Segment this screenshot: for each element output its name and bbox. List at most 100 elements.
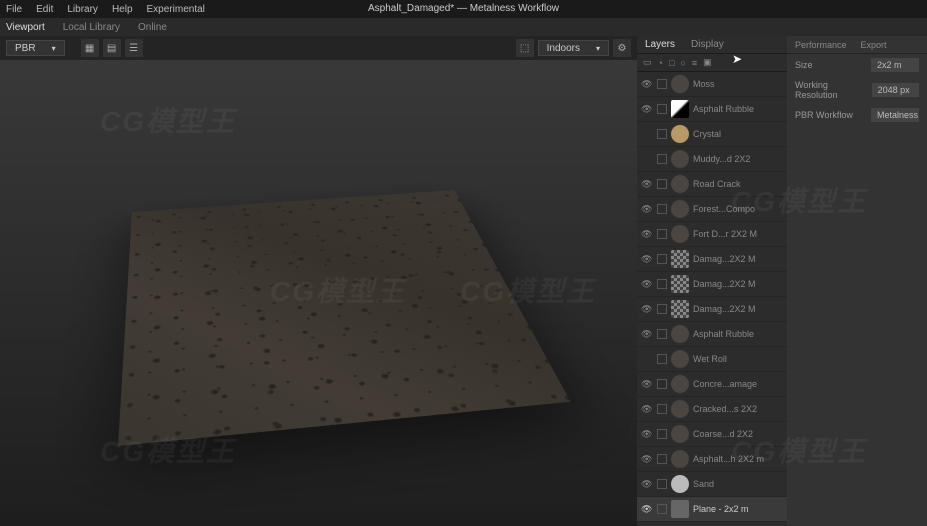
menu-file[interactable]: File — [6, 4, 22, 15]
visibility-icon[interactable]: 👁 — [641, 254, 653, 265]
layer-name: Sand — [693, 479, 783, 489]
layer-type-icon — [657, 379, 667, 389]
layer-type-icon — [657, 354, 667, 364]
layer-thumbnail — [671, 350, 689, 368]
visibility-icon[interactable]: 👁 — [641, 279, 653, 290]
visibility-icon[interactable]: 👁 — [641, 179, 653, 190]
layer-type-icon — [657, 304, 667, 314]
layer-row[interactable]: Muddy...d 2X2 — [637, 147, 787, 172]
tool-group-icon[interactable]: ▣ — [703, 57, 712, 68]
visibility-icon[interactable]: 👁 — [641, 229, 653, 240]
layer-thumbnail — [671, 125, 689, 143]
viewport-toolbar: PBR ▦ ▤ ☰ ⬚ Indoors ⚙ — [0, 36, 637, 60]
layer-name: Fort D...r 2X2 M — [693, 229, 783, 239]
tool-drop-icon[interactable]: ◔ — [658, 58, 663, 68]
view-iso-icon[interactable]: ▦ — [81, 39, 99, 57]
visibility-icon[interactable]: 👁 — [641, 504, 653, 515]
layer-name: Damag...2X2 M — [693, 254, 783, 264]
tab-performance[interactable]: Performance — [795, 40, 847, 50]
visibility-icon[interactable]: 👁 — [641, 454, 653, 465]
layer-row[interactable]: Wet Roll — [637, 347, 787, 372]
layer-row[interactable]: 👁 Plane - 2x2 m — [637, 497, 787, 522]
layer-name: Asphalt Rubble — [693, 329, 783, 339]
menu-edit[interactable]: Edit — [36, 4, 53, 15]
layer-row[interactable]: 👁 Concre...amage — [637, 372, 787, 397]
menu-help[interactable]: Help — [112, 4, 133, 15]
layer-type-icon — [657, 79, 667, 89]
menu-library[interactable]: Library — [67, 4, 98, 15]
layer-row[interactable]: 👁 Damag...2X2 M — [637, 297, 787, 322]
tool-circle-icon[interactable]: ○ — [680, 58, 685, 68]
layer-name: Road Crack — [693, 179, 783, 189]
layer-row[interactable]: 👁 Sand — [637, 472, 787, 497]
tab-online[interactable]: Online — [138, 22, 167, 33]
prop-workflow-label: PBR Workflow — [795, 110, 853, 120]
shading-dropdown[interactable]: PBR — [6, 40, 65, 56]
layer-type-icon — [657, 179, 667, 189]
layer-thumbnail — [671, 225, 689, 243]
viewport-panel: PBR ▦ ▤ ☰ ⬚ Indoors ⚙ — [0, 36, 637, 526]
visibility-icon[interactable]: 👁 — [641, 404, 653, 415]
layer-row[interactable]: 👁 Coarse...d 2X2 — [637, 422, 787, 447]
layer-thumbnail — [671, 175, 689, 193]
visibility-icon[interactable]: 👁 — [641, 104, 653, 115]
layer-type-icon — [657, 329, 667, 339]
visibility-icon[interactable]: 👁 — [641, 329, 653, 340]
layer-type-icon — [657, 279, 667, 289]
layer-row[interactable]: 👁Forest...Compo — [637, 197, 787, 222]
material-preview-plane — [118, 190, 571, 446]
visibility-icon[interactable]: 👁 — [641, 79, 653, 90]
view-list-icon[interactable]: ☰ — [125, 39, 143, 57]
layer-row[interactable]: 👁Moss — [637, 72, 787, 97]
view-grid-icon[interactable]: ▤ — [103, 39, 121, 57]
layer-row[interactable]: 👁 Asphalt...h 2X2 m — [637, 447, 787, 472]
menu-experimental[interactable]: Experimental — [147, 4, 205, 15]
layer-thumbnail — [671, 275, 689, 293]
tool-lines-icon[interactable]: ≡ — [692, 58, 697, 68]
visibility-icon[interactable]: 👁 — [641, 204, 653, 215]
tool-rect-icon[interactable]: ▭ — [643, 57, 652, 68]
layer-tools: ▭ ◔ □ ○ ≡ ▣ — [637, 54, 787, 72]
prop-resolution-value[interactable]: 2048 px — [872, 83, 919, 97]
layer-row[interactable]: 👁 Road Crack — [637, 172, 787, 197]
tab-local-library[interactable]: Local Library — [63, 22, 120, 33]
layer-row[interactable]: 👁Asphalt Rubble — [637, 97, 787, 122]
properties-panel: Performance Export Size 2x2 m Working Re… — [787, 36, 927, 526]
layer-type-icon — [657, 504, 667, 514]
layer-type-icon — [657, 429, 667, 439]
layer-thumbnail — [671, 475, 689, 493]
layer-row[interactable]: Crystal — [637, 122, 787, 147]
visibility-icon[interactable]: 👁 — [641, 479, 653, 490]
layer-name: Asphalt...h 2X2 m — [693, 454, 783, 464]
layer-name: Damag...2X2 M — [693, 304, 783, 314]
settings-icon[interactable]: ⚙ — [613, 39, 631, 57]
layer-name: Coarse...d 2X2 — [693, 429, 783, 439]
tab-display[interactable]: Display — [691, 39, 724, 50]
main-tabs: Viewport Local Library Online — [0, 18, 927, 36]
tab-viewport[interactable]: Viewport — [6, 22, 45, 33]
tab-export[interactable]: Export — [861, 40, 887, 50]
prop-size-value[interactable]: 2x2 m — [871, 58, 919, 72]
environment-dropdown[interactable]: Indoors — [538, 40, 609, 56]
layer-name: Plane - 2x2 m — [693, 504, 783, 514]
viewport-canvas[interactable] — [0, 60, 637, 526]
cube-icon[interactable]: ⬚ — [516, 39, 534, 57]
layer-row[interactable]: 👁 Asphalt Rubble — [637, 322, 787, 347]
layer-row[interactable]: 👁 Fort D...r 2X2 M — [637, 222, 787, 247]
tab-layers[interactable]: Layers — [645, 39, 675, 50]
layer-thumbnail — [671, 300, 689, 318]
layer-thumbnail — [671, 75, 689, 93]
prop-workflow-value[interactable]: Metalness — [871, 108, 919, 122]
layer-row[interactable]: 👁Cracked...s 2X2 — [637, 397, 787, 422]
visibility-icon[interactable]: 👁 — [641, 304, 653, 315]
layer-thumbnail — [671, 100, 689, 118]
layer-row[interactable]: 👁Damag...2X2 M — [637, 272, 787, 297]
visibility-icon[interactable]: 👁 — [641, 429, 653, 440]
layer-name: Concre...amage — [693, 379, 783, 389]
visibility-icon[interactable]: 👁 — [641, 379, 653, 390]
tool-square-icon[interactable]: □ — [669, 58, 674, 68]
layer-row[interactable]: 👁 Damag...2X2 M — [637, 247, 787, 272]
layer-list: 👁Moss👁Asphalt RubbleCrystalMuddy...d 2X2… — [637, 72, 787, 526]
layer-thumbnail — [671, 400, 689, 418]
layer-thumbnail — [671, 325, 689, 343]
